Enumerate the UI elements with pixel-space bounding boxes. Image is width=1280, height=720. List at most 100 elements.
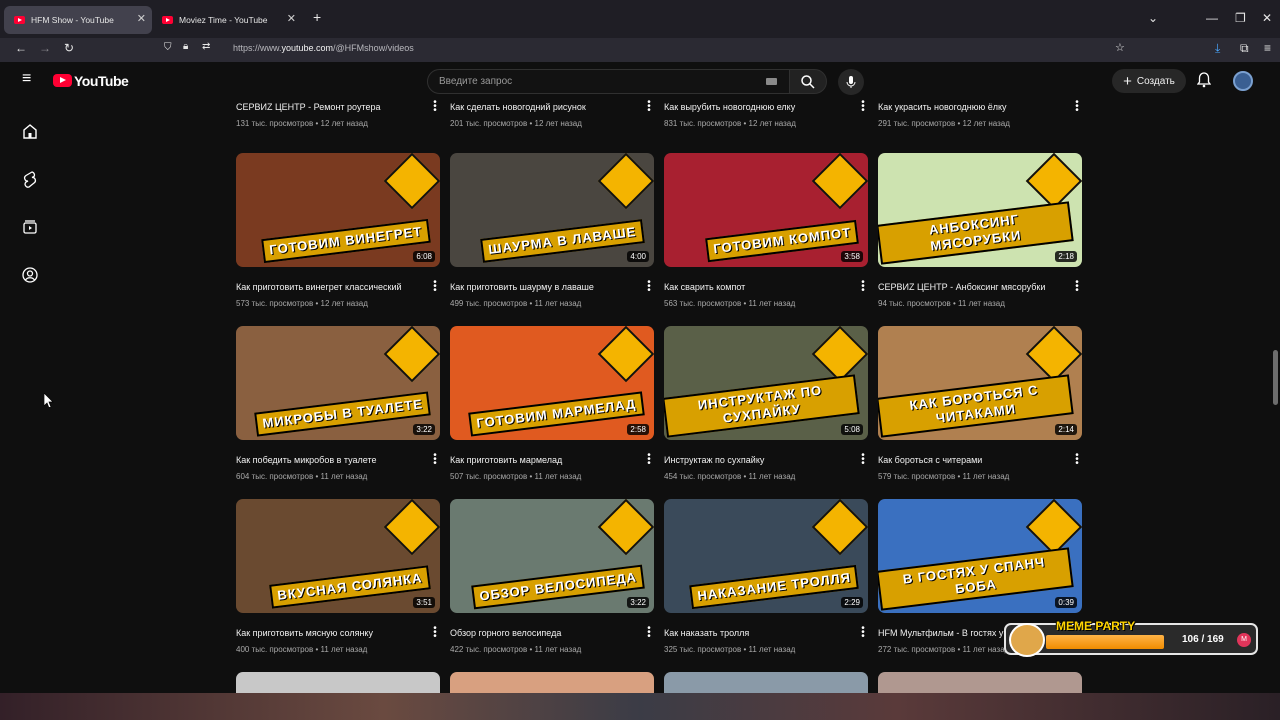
video-title[interactable]: Как сварить компот xyxy=(664,282,854,292)
more-options-icon[interactable]: ••• xyxy=(860,624,866,642)
tab-list-chevron-icon[interactable]: ⌄ xyxy=(1148,11,1158,25)
keyboard-icon[interactable] xyxy=(766,78,777,85)
video-card[interactable]: ВКУСНАЯ СОЛЯНКА 3:51 Как приготовить мясну… xyxy=(236,499,440,654)
tab-hfm-show[interactable]: HFM Show - YouTube ✕ xyxy=(4,6,152,34)
video-thumbnail[interactable]: МИКРОБЫ В ТУАЛЕТЕ 3:22 xyxy=(236,326,440,440)
mouse-cursor-icon xyxy=(44,393,54,407)
new-tab-button[interactable]: + xyxy=(313,9,321,25)
more-options-icon[interactable]: ••• xyxy=(646,278,652,296)
create-button[interactable]: + Создать xyxy=(1112,69,1186,93)
more-options-icon[interactable]: ••• xyxy=(432,451,438,469)
video-title[interactable]: Как приготовить винегрет классический xyxy=(236,282,426,292)
url-bar[interactable]: ⛉ 🔒︎ ⇄ https://www.youtube.com/@HFMshow/… xyxy=(158,38,1138,60)
maximize-button[interactable]: ❐ xyxy=(1235,11,1246,25)
video-thumbnail[interactable]: ГОТОВИМ ВИНЕГРЕТ 6:08 xyxy=(236,153,440,267)
video-title[interactable]: Как приготовить мармелад xyxy=(450,455,640,465)
more-options-icon[interactable]: ••• xyxy=(432,98,438,116)
video-title[interactable]: Как вырубить новогоднюю елку xyxy=(664,102,854,112)
search-button[interactable] xyxy=(789,69,827,94)
video-card[interactable]: МИКРОБЫ В ТУАЛЕТЕ 3:22 Как победить микроб… xyxy=(236,326,440,481)
more-options-icon[interactable]: ••• xyxy=(432,624,438,642)
more-options-icon[interactable]: ••• xyxy=(860,278,866,296)
more-options-icon[interactable]: ••• xyxy=(1074,98,1080,116)
video-thumbnail[interactable]: ГОТОВИМ КОМПОТ 3:58 xyxy=(664,153,868,267)
back-button[interactable]: ← xyxy=(15,41,27,55)
video-card[interactable]: ШАУРМА В ЛАВАШЕ 4:00 Как приготовить шаурм… xyxy=(450,153,654,308)
close-tab-icon[interactable]: ✕ xyxy=(287,12,296,25)
video-title[interactable]: СЕРВИZ ЦЕНТР - Ремонт роутера xyxy=(236,102,426,112)
meme-party-count: 106 / 169 xyxy=(1182,634,1224,645)
video-card[interactable]: АНБОКСИНГ МЯСОРУБКИ 2:18 СЕРВИZ ЦЕНТР - Ан… xyxy=(878,153,1082,308)
video-title[interactable]: Как наказать тролля xyxy=(664,628,854,638)
close-tab-icon[interactable]: ✕ xyxy=(137,12,146,25)
video-thumbnail[interactable]: ВКУСНАЯ СОЛЯНКА 3:51 xyxy=(236,499,440,613)
shield-icon[interactable]: ⛉ xyxy=(164,42,172,53)
video-title[interactable]: Как победить микробов в туалете xyxy=(236,455,426,465)
avatar[interactable] xyxy=(1233,71,1253,91)
you-profile-icon[interactable] xyxy=(21,266,39,284)
hfm-logo-sign-icon xyxy=(597,326,654,383)
video-card[interactable]: ГОТОВИМ КОМПОТ 3:58 Как сварить компот 563 … xyxy=(664,153,868,308)
video-title[interactable]: Как приготовить мясную солянку xyxy=(236,628,426,638)
more-options-icon[interactable]: ••• xyxy=(1074,451,1080,469)
video-thumbnail[interactable]: ОБЗОР ВЕЛОСИПЕДА 3:22 xyxy=(450,499,654,613)
video-title[interactable]: Как сделать новогодний рисунок xyxy=(450,102,640,112)
search-input[interactable]: Введите запрос xyxy=(427,69,790,94)
video-title[interactable]: Как украсить новогоднюю ёлку xyxy=(878,102,1068,112)
subscriptions-icon[interactable] xyxy=(21,218,39,236)
close-window-button[interactable]: ✕ xyxy=(1262,11,1272,25)
more-options-icon[interactable]: ••• xyxy=(860,98,866,116)
minimize-button[interactable]: — xyxy=(1206,11,1218,25)
duration-badge: 0:39 xyxy=(1055,597,1077,608)
more-options-icon[interactable]: ••• xyxy=(1074,278,1080,296)
permissions-icon[interactable]: ⇄ xyxy=(202,41,210,52)
video-card[interactable]: ГОТОВИМ МАРМЕЛАД 2:58 Как приготовить марм… xyxy=(450,326,654,481)
downloads-icon[interactable]: ⤓ xyxy=(1215,41,1220,56)
video-thumbnail[interactable] xyxy=(236,672,440,693)
hamburger-menu-icon[interactable]: ≡ xyxy=(22,70,31,88)
video-title[interactable]: Как бороться с читерами xyxy=(878,455,1068,465)
extensions-icon[interactable]: ⧉ xyxy=(1240,41,1249,56)
video-thumbnail[interactable]: ШАУРМА В ЛАВАШЕ 4:00 xyxy=(450,153,654,267)
video-meta: 563 тыс. просмотров • 11 лет назад xyxy=(664,299,796,308)
video-thumbnail[interactable] xyxy=(878,672,1082,693)
video-thumbnail[interactable]: АНБОКСИНГ МЯСОРУБКИ 2:18 xyxy=(878,153,1082,267)
shorts-icon[interactable] xyxy=(21,170,39,188)
hfm-logo-sign-icon xyxy=(383,499,440,556)
voice-search-button[interactable] xyxy=(838,69,864,95)
video-card[interactable]: ОБЗОР ВЕЛОСИПЕДА 3:22 Обзор горного велоси… xyxy=(450,499,654,654)
video-thumbnail[interactable] xyxy=(664,672,868,693)
video-thumbnail[interactable]: КАК БОРОТЬСЯ С ЧИТАКАМИ 2:14 xyxy=(878,326,1082,440)
video-thumbnail[interactable]: В ГОСТЯХ У СПАНЧ БОБА 0:39 xyxy=(878,499,1082,613)
bookmark-star-icon[interactable]: ☆ xyxy=(1115,41,1125,54)
forward-button[interactable]: → xyxy=(39,41,51,55)
menu-icon[interactable]: ≡ xyxy=(1264,41,1271,55)
video-thumbnail[interactable] xyxy=(450,672,654,693)
video-title[interactable]: Обзор горного велосипеда xyxy=(450,628,640,638)
video-title[interactable]: Как приготовить шаурму в лаваше xyxy=(450,282,640,292)
lock-icon[interactable]: 🔒︎ xyxy=(183,41,188,52)
more-options-icon[interactable]: ••• xyxy=(646,98,652,116)
duration-badge: 3:22 xyxy=(627,597,649,608)
video-card[interactable]: ИНСТРУКТАЖ ПО СУХПАЙКУ 5:08 Инструктаж по … xyxy=(664,326,868,481)
reload-button[interactable]: ↻ xyxy=(64,41,74,55)
thumbnail-caption: В ГОСТЯХ У СПАНЧ БОБА xyxy=(878,547,1074,611)
video-title[interactable]: СЕРВИZ ЦЕНТР - Анбоксинг мясорубки xyxy=(878,282,1068,292)
video-thumbnail[interactable]: ГОТОВИМ МАРМЕЛАД 2:58 xyxy=(450,326,654,440)
video-card[interactable]: В ГОСТЯХ У СПАНЧ БОБА 0:39 HFM Мультфильм … xyxy=(878,499,1082,654)
video-card[interactable]: НАКАЗАНИЕ ТРОЛЛЯ 2:29 Как наказать тролля 3… xyxy=(664,499,868,654)
video-thumbnail[interactable]: ИНСТРУКТАЖ ПО СУХПАЙКУ 5:08 xyxy=(664,326,868,440)
tab-moviez-time[interactable]: Moviez Time - YouTube ✕ xyxy=(152,6,302,34)
url-text[interactable]: https://www.youtube.com/@HFMshow/videos xyxy=(233,43,414,53)
video-thumbnail[interactable]: НАКАЗАНИЕ ТРОЛЛЯ 2:29 xyxy=(664,499,868,613)
home-icon[interactable] xyxy=(21,122,39,140)
more-options-icon[interactable]: ••• xyxy=(646,451,652,469)
video-title[interactable]: Инструктаж по сухпайку xyxy=(664,455,854,465)
video-card[interactable]: ГОТОВИМ ВИНЕГРЕТ 6:08 Как приготовить вине… xyxy=(236,153,440,308)
video-card[interactable]: КАК БОРОТЬСЯ С ЧИТАКАМИ 2:14 Как бороться … xyxy=(878,326,1082,481)
notifications-bell-icon[interactable] xyxy=(1197,72,1211,88)
scrollbar-thumb[interactable] xyxy=(1273,350,1278,405)
more-options-icon[interactable]: ••• xyxy=(860,451,866,469)
more-options-icon[interactable]: ••• xyxy=(432,278,438,296)
more-options-icon[interactable]: ••• xyxy=(646,624,652,642)
